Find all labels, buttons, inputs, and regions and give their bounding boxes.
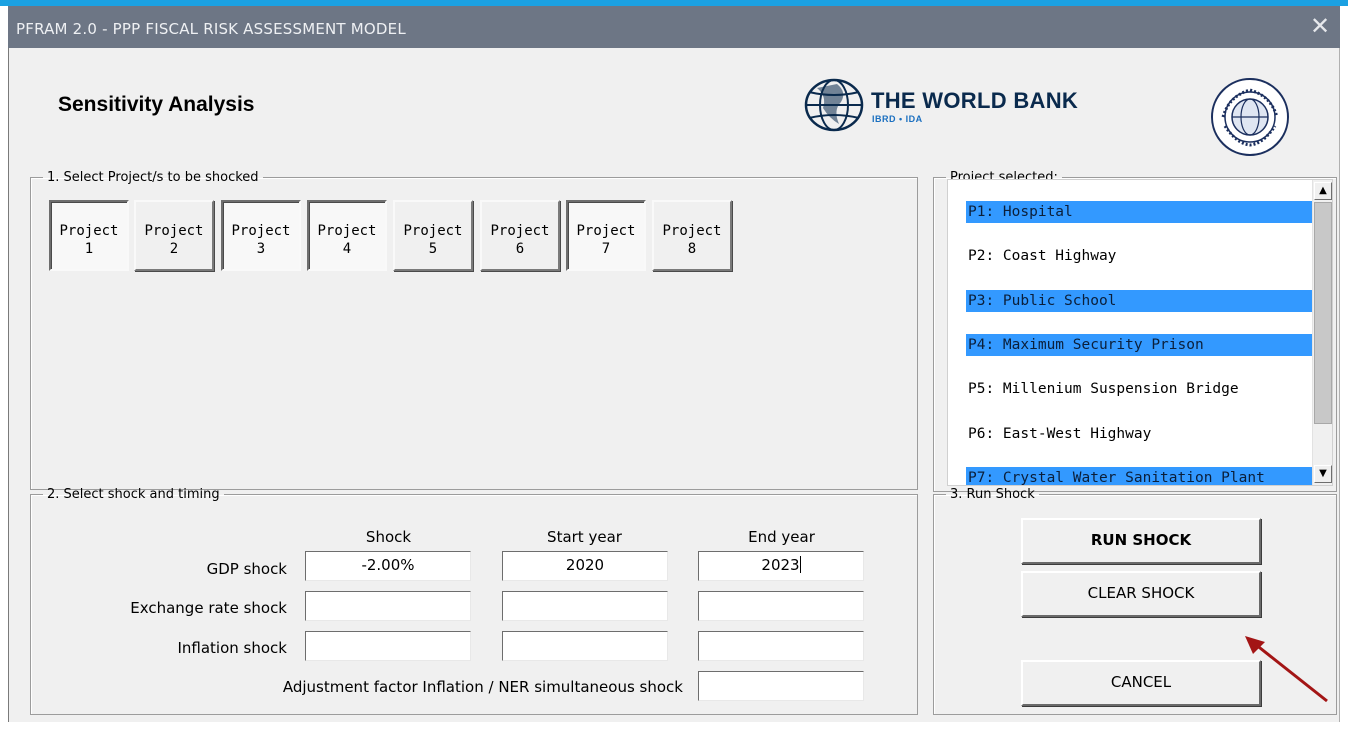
shock-timing-legend: 2. Select shock and timing xyxy=(47,487,220,502)
world-bank-name: THE WORLD BANK xyxy=(871,88,1079,113)
scroll-down-icon[interactable]: ▼ xyxy=(1314,465,1332,483)
close-icon[interactable]: ✕ xyxy=(1308,12,1332,40)
list-item[interactable]: P1: Hospital xyxy=(966,201,1312,223)
window-title: PFRAM 2.0 - PPP FISCAL RISK ASSESSMENT M… xyxy=(16,20,406,38)
run-shock-button[interactable]: RUN SHOCK xyxy=(1021,518,1261,564)
project-button-number: 8 xyxy=(687,241,697,257)
imf-seal-icon xyxy=(1211,78,1289,156)
project-6-button[interactable]: Project 6 xyxy=(480,200,560,271)
gdp-start-year[interactable]: 2020 xyxy=(502,551,668,581)
exchange-rate-shock-label: Exchange rate shock xyxy=(130,599,287,617)
title-bar[interactable]: PFRAM 2.0 - PPP FISCAL RISK ASSESSMENT M… xyxy=(8,6,1340,48)
project-5-button[interactable]: Project 5 xyxy=(393,200,473,271)
project-button-label: Project xyxy=(231,223,291,239)
project-button-number: 5 xyxy=(428,241,438,257)
project-button-label: Project xyxy=(662,223,722,239)
project-button-label: Project xyxy=(144,223,204,239)
project-1-button[interactable]: Project 1 xyxy=(49,200,129,271)
scroll-up-icon[interactable]: ▲ xyxy=(1314,182,1332,200)
inflation-start-year[interactable] xyxy=(502,631,668,661)
project-button-label: Project xyxy=(317,223,377,239)
listbox-scrollbar[interactable]: ▲ ▼ xyxy=(1312,180,1332,485)
project-selected-listbox[interactable]: P1: Hospital P2: Coast Highway P3: Public … xyxy=(947,179,1333,486)
col-head-start-year: Start year xyxy=(547,528,622,546)
project-button-number: 7 xyxy=(601,241,611,257)
cancel-button[interactable]: CANCEL xyxy=(1021,660,1261,706)
list-item[interactable]: P5: Millenium Suspension Bridge xyxy=(966,378,1312,400)
list-item[interactable]: P2: Coast Highway xyxy=(966,245,1312,267)
project-button-number: 2 xyxy=(169,241,179,257)
project-4-button[interactable]: Project 4 xyxy=(307,200,387,271)
project-button-number: 3 xyxy=(256,241,266,257)
gdp-end-year-text: 2023 xyxy=(761,556,800,574)
project-button-label: Project xyxy=(59,223,119,239)
annotation-arrow-icon xyxy=(1245,636,1328,703)
adjustment-factor-value[interactable] xyxy=(698,671,864,701)
list-item[interactable]: P6: East-West Highway xyxy=(966,423,1312,445)
project-2-button[interactable]: Project 2 xyxy=(134,200,214,271)
project-button-label: Project xyxy=(576,223,636,239)
dialog-window: Sensitivity Analysis THE WORLD BANK IBRD… xyxy=(8,48,1340,722)
gdp-end-year[interactable]: 2023 xyxy=(698,551,864,581)
list-item[interactable]: P3: Public School xyxy=(966,289,1312,312)
inflation-shock-label: Inflation shock xyxy=(177,639,287,657)
clear-shock-button[interactable]: CLEAR SHOCK xyxy=(1021,571,1261,617)
project-3-button[interactable]: Project 3 xyxy=(221,200,301,271)
project-button-label: Project xyxy=(490,223,550,239)
run-shock-legend: 3. Run Shock xyxy=(950,487,1035,502)
exchange-rate-shock-value[interactable] xyxy=(305,591,471,621)
project-7-button[interactable]: Project 7 xyxy=(566,200,646,271)
col-head-end-year: End year xyxy=(748,528,815,546)
project-button-number: 4 xyxy=(342,241,352,257)
page-title: Sensitivity Analysis xyxy=(58,93,255,116)
project-8-button[interactable]: Project 8 xyxy=(652,200,732,271)
project-selection-legend: 1. Select Project/s to be shocked xyxy=(47,170,259,185)
project-button-number: 1 xyxy=(84,241,94,257)
world-bank-globe-icon xyxy=(804,78,864,132)
gdp-shock-value[interactable]: -2.00% xyxy=(305,551,471,581)
project-button-label: Project xyxy=(403,223,463,239)
inflation-end-year[interactable] xyxy=(698,631,864,661)
list-item[interactable]: P4: Maximum Security Prison xyxy=(966,333,1312,356)
inflation-shock-value[interactable] xyxy=(305,631,471,661)
project-button-number: 6 xyxy=(515,241,525,257)
exchange-rate-end-year[interactable] xyxy=(698,591,864,621)
gdp-shock-label: GDP shock xyxy=(206,560,287,578)
world-bank-subtitle: IBRD • IDA xyxy=(872,114,923,124)
list-item[interactable]: P7: Crystal Water Sanitation Plant xyxy=(966,466,1312,485)
adjustment-factor-label: Adjustment factor Inflation / NER simult… xyxy=(282,678,683,696)
world-bank-logo: THE WORLD BANK IBRD • IDA xyxy=(803,78,1143,138)
text-cursor xyxy=(799,556,801,573)
col-head-shock: Shock xyxy=(365,528,412,546)
scroll-thumb[interactable] xyxy=(1314,202,1332,424)
exchange-rate-start-year[interactable] xyxy=(502,591,668,621)
